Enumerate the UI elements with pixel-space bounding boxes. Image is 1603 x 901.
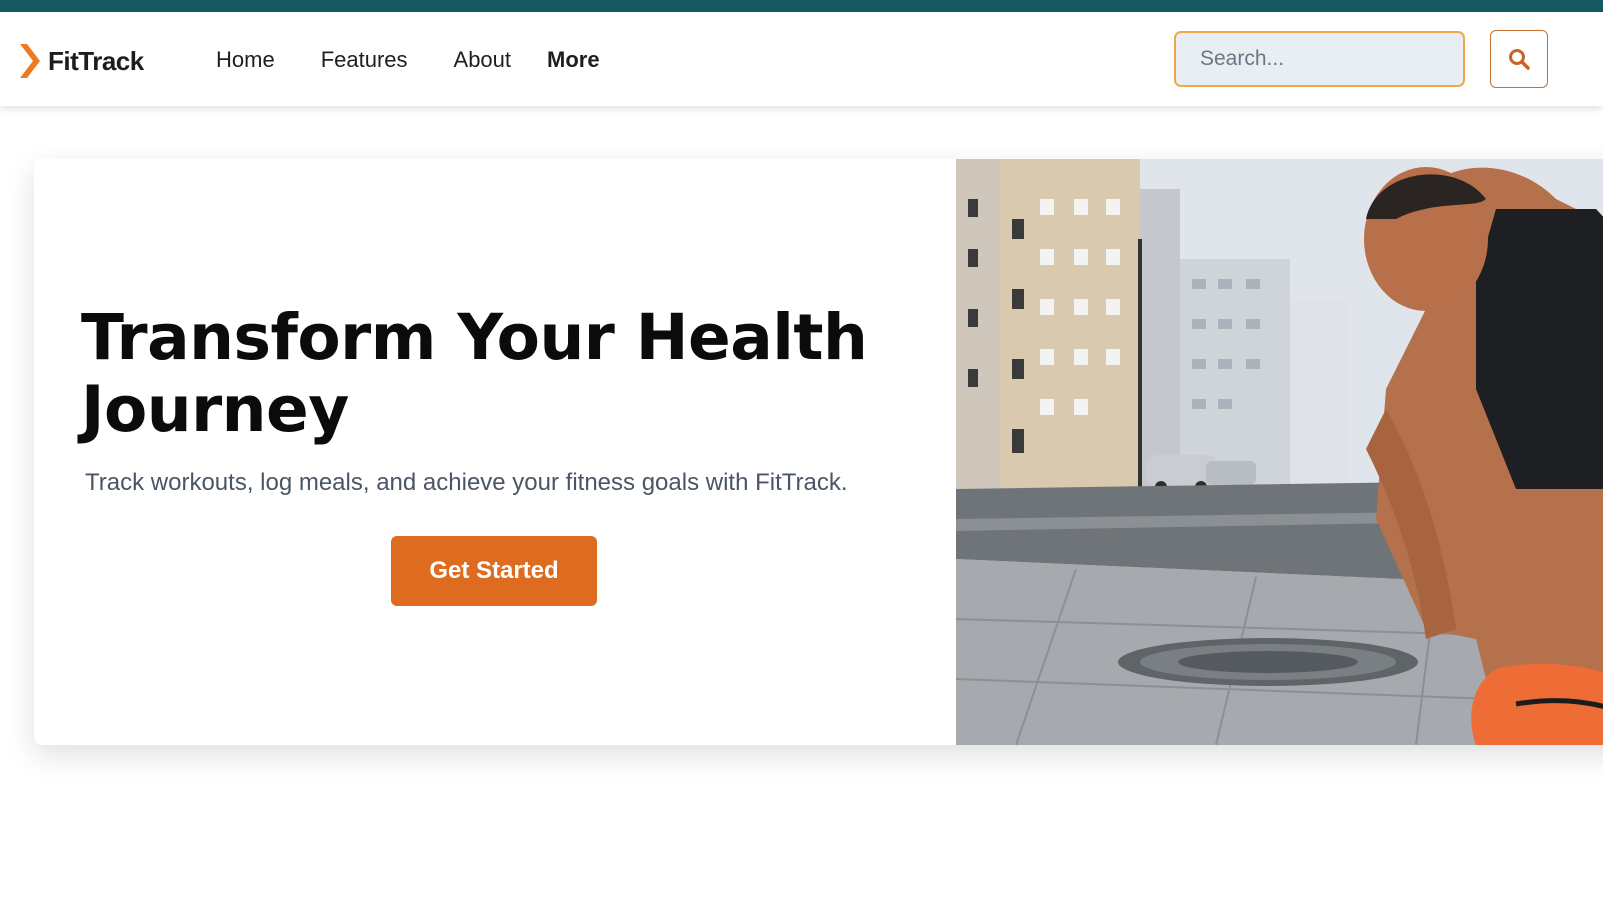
hero-subtitle: Track workouts, log meals, and achieve y… [85,469,848,496]
search-icon [1509,49,1530,70]
navbar: FitTrack Home Features About More [0,12,1603,106]
runner-illustration [956,159,1603,745]
main-nav: Home Features About More [216,44,600,76]
top-accent-stripe [0,0,1603,12]
get-started-button[interactable]: Get Started [391,536,597,606]
hero-image [956,159,1603,745]
hero-text-panel: Transform Your Health Journey Track work… [34,159,956,745]
hero-title: Transform Your Health Journey [81,301,868,446]
nav-home-link[interactable]: Home [216,44,275,76]
nav-features-link[interactable]: Features [321,44,408,76]
nav-about-link[interactable]: About [454,44,512,76]
hero-card: Transform Your Health Journey Track work… [34,159,1603,745]
chevron-logo-icon [20,44,40,78]
brand-logo-link[interactable]: FitTrack [18,41,144,81]
brand-name: FitTrack [48,45,144,76]
search-input[interactable] [1174,31,1465,87]
search-button[interactable] [1490,30,1548,88]
nav-more-link[interactable]: More [547,44,600,76]
